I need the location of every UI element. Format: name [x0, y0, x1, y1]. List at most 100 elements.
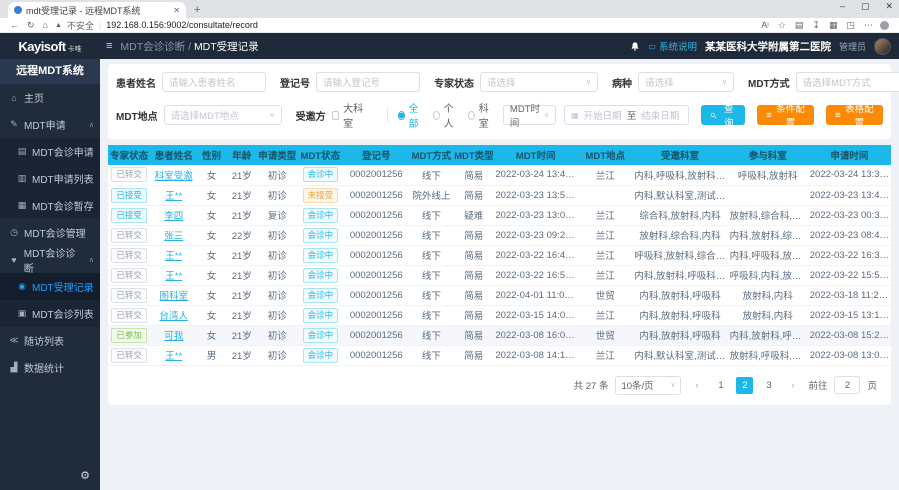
- mdt-time-cell: 2022-03-23 13:00:00: [493, 205, 578, 225]
- patient-name-link[interactable]: 可我: [164, 331, 183, 342]
- patient-name-label: 患者姓名: [116, 75, 156, 90]
- minimize-icon[interactable]: –: [840, 1, 845, 12]
- patient-name-link[interactable]: 图科室: [159, 291, 188, 302]
- invited-depts-cell: 综合科,放射科,内科: [632, 205, 727, 225]
- breadcrumb-parent[interactable]: MDT会诊诊断: [120, 41, 185, 53]
- patient-name-link[interactable]: 王**: [165, 251, 182, 262]
- mdt-time-cell: 2022-03-08 16:00:00: [493, 325, 578, 345]
- mdt-time-select[interactable]: MDT时间∨: [503, 105, 556, 125]
- filter-panel: 患者姓名 请输入患者姓名 登记号 请输入登记号 专家状态 请选择∨ 病种 请选择…: [108, 64, 891, 139]
- next-page-button[interactable]: ›: [784, 377, 801, 394]
- mdt-status-tag: 会诊中: [297, 325, 344, 345]
- home-icon[interactable]: ⌂: [43, 20, 48, 31]
- sidebar-item-label: MDT会诊管理: [24, 225, 86, 240]
- mdt-type-cell: 简易: [454, 165, 493, 185]
- page-size-select[interactable]: 10条/页∨: [615, 376, 681, 395]
- page-jump-input[interactable]: 2: [834, 376, 860, 394]
- sidebar-item-3[interactable]: ▥MDT申请列表: [0, 165, 100, 192]
- mdt-type-cell: 疑难: [454, 205, 493, 225]
- page-button-3[interactable]: 3: [760, 377, 777, 394]
- downloads-icon[interactable]: ↧: [812, 20, 820, 31]
- patient-name-link[interactable]: 王**: [165, 351, 182, 362]
- invited-depts-cell: 内科,放射科,呼吸科: [632, 285, 727, 305]
- joined-depts-cell: 放射科,内科: [728, 285, 808, 305]
- sidebar-item-5[interactable]: ◷MDT会诊管理: [0, 219, 100, 246]
- expert-status-tag: 已转交: [108, 265, 150, 285]
- extensions-icon[interactable]: ◳: [846, 20, 855, 31]
- apps-icon[interactable]: ▦: [829, 20, 838, 31]
- registration-no-input[interactable]: 请输入登记号: [316, 72, 420, 92]
- notification-bell-icon[interactable]: [630, 41, 640, 52]
- url-box[interactable]: ▲ 不安全 | 192.168.0.156:9002/consultate/re…: [55, 19, 754, 32]
- mdt-location-select[interactable]: 请选择MDT地点∨: [164, 105, 282, 125]
- visit-type-cell: 初诊: [258, 225, 297, 245]
- sidebar-item-1[interactable]: ✎MDT申请∧: [0, 111, 100, 138]
- chevron-down-icon: ∨: [722, 78, 727, 86]
- browser-tab[interactable]: mdt受理记录 - 远程MDT系统 ✕: [8, 2, 186, 18]
- sidebar-item-8[interactable]: ▣MDT会诊列表: [0, 300, 100, 327]
- gender-cell: 女: [197, 245, 226, 265]
- age-cell: 21岁: [226, 245, 258, 265]
- sidebar-item-label: 主页: [24, 90, 44, 105]
- patient-name-link[interactable]: 王**: [165, 191, 182, 202]
- breadcrumb-current: MDT受理记录: [194, 41, 259, 53]
- config-icon: ≡: [766, 110, 772, 121]
- mdt-mode-cell: 线下: [409, 245, 454, 265]
- new-tab-button[interactable]: +: [194, 4, 200, 18]
- settings-gear-icon[interactable]: ⚙: [80, 469, 90, 482]
- registration-no-cell: 0002001256: [344, 325, 409, 345]
- security-label[interactable]: 不安全: [67, 19, 94, 32]
- refresh-icon[interactable]: ↻: [27, 20, 35, 31]
- user-avatar[interactable]: [874, 38, 891, 55]
- favorites-star-icon[interactable]: ☆: [778, 20, 786, 31]
- sidebar-item-4[interactable]: ▦MDT会诊暂存: [0, 192, 100, 219]
- joined-depts-cell: 放射科,内科: [728, 305, 808, 325]
- back-icon[interactable]: ←: [10, 20, 19, 31]
- big-dept-checkbox[interactable]: 大科室: [332, 100, 367, 130]
- invitee-radio-全部[interactable]: 全部: [398, 100, 423, 130]
- sidebar-item-7[interactable]: ◉MDT受理记录: [0, 273, 100, 300]
- patient-name-input[interactable]: 请输入患者姓名: [162, 72, 266, 92]
- collections-icon[interactable]: ▤: [795, 20, 804, 31]
- patient-name-link[interactable]: 科室受邀: [155, 171, 193, 182]
- sidebar-collapse-icon[interactable]: ≡: [106, 40, 112, 52]
- search-button[interactable]: 查询: [701, 105, 745, 125]
- sidebar-item-2[interactable]: ▤MDT会诊申请: [0, 138, 100, 165]
- more-menu-icon[interactable]: ⋯: [864, 20, 873, 31]
- sidebar-item-10[interactable]: ▟数据统计: [0, 354, 100, 381]
- age-cell: 21岁: [226, 185, 258, 205]
- condition-config-button[interactable]: ≡ 条件配置: [757, 105, 814, 125]
- invitee-radio-科室[interactable]: 科室: [468, 100, 493, 130]
- mdt-location-cell: 兰江: [578, 265, 632, 285]
- patient-name-link[interactable]: 台湾人: [159, 311, 188, 322]
- invitee-radio-个人[interactable]: 个人: [433, 100, 458, 130]
- read-aloud-icon[interactable]: Aᵎ: [761, 20, 768, 30]
- close-icon[interactable]: ✕: [885, 1, 893, 12]
- table-row: 已转交张三女22岁初诊会诊中0002001256线下简易2022-03-23 0…: [108, 225, 891, 245]
- apply-time-cell: 2022-03-22 15:57:03: [808, 265, 891, 285]
- restore-icon[interactable]: ▢: [861, 1, 870, 12]
- system-help-link[interactable]: ▭ 系统说明: [648, 39, 697, 53]
- patient-name-link[interactable]: 李四: [164, 211, 183, 222]
- sidebar-item-9[interactable]: ≪随访列表: [0, 327, 100, 354]
- patient-name-link[interactable]: 张三: [164, 231, 183, 242]
- disease-select[interactable]: 请选择∨: [638, 72, 734, 92]
- sidebar-item-0[interactable]: ⌂主页: [0, 84, 100, 111]
- sidebar-item-6[interactable]: ♥MDT会诊诊断∧: [0, 246, 100, 273]
- url-text[interactable]: 192.168.0.156:9002/consultate/record: [106, 20, 258, 30]
- tab-close-icon[interactable]: ✕: [173, 6, 180, 15]
- security-warning-icon: ▲: [55, 22, 62, 29]
- expert-status-select[interactable]: 请选择∨: [480, 72, 598, 92]
- page-button-1[interactable]: 1: [712, 377, 729, 394]
- browser-profile-icon[interactable]: [880, 21, 889, 30]
- url-divider: |: [99, 20, 101, 30]
- prev-page-button[interactable]: ‹: [688, 377, 705, 394]
- patient-name-link[interactable]: 王**: [165, 271, 182, 282]
- page-button-2[interactable]: 2: [736, 377, 753, 394]
- mdt-mode-cell: 线下: [409, 345, 454, 365]
- expert-status-label: 专家状态: [434, 75, 474, 90]
- date-range-picker[interactable]: ▦ 开始日期 至 结束日期: [564, 105, 689, 125]
- table-config-button[interactable]: ≡ 表格配置: [826, 105, 883, 125]
- mdt-mode-select[interactable]: 请选择MDT方式∨: [796, 72, 899, 92]
- table-row: 已转交图科室女21岁初诊会诊中0002001256线下简易2022-04-01 …: [108, 285, 891, 305]
